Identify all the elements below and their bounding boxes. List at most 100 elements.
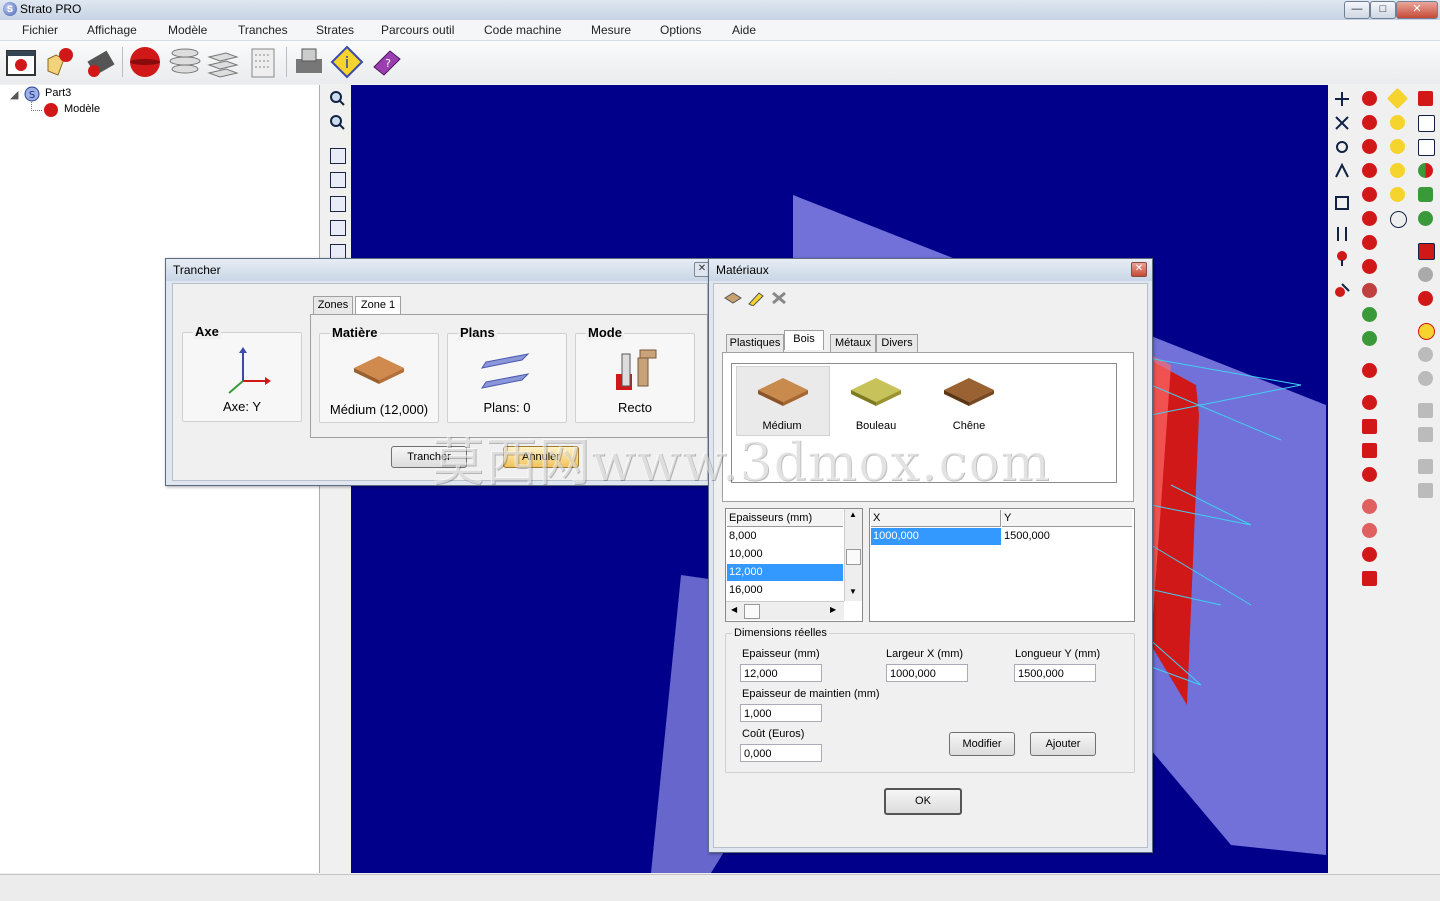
tab-metaux[interactable]: Métaux: [830, 334, 876, 352]
yellow-tool-icon[interactable]: [1390, 187, 1405, 202]
red-shape-icon[interactable]: [1362, 115, 1377, 130]
menu-mesure[interactable]: Mesure: [591, 23, 631, 37]
tab-plastiques[interactable]: Plastiques: [726, 334, 784, 352]
menu-code-machine[interactable]: Code machine: [484, 23, 561, 37]
box-outline-icon[interactable]: [1418, 139, 1435, 156]
red-cube-icon[interactable]: [1418, 91, 1433, 106]
red-cube-icon[interactable]: [1362, 419, 1377, 434]
align-icon[interactable]: [1334, 226, 1350, 242]
green-shape-icon[interactable]: [1362, 307, 1377, 322]
scroll-thumb[interactable]: [744, 604, 760, 619]
red-shape-icon[interactable]: [1362, 139, 1377, 154]
scroll-left-icon[interactable]: ◀: [731, 605, 737, 614]
gray-sphere-icon[interactable]: [1418, 347, 1433, 362]
ajouter-button[interactable]: Ajouter: [1030, 732, 1096, 756]
green-plate-icon[interactable]: [1418, 187, 1433, 202]
chene-wood-icon[interactable]: [942, 372, 996, 408]
red-cube-icon[interactable]: [1362, 571, 1377, 586]
view-right-icon[interactable]: [330, 220, 346, 236]
plans-group[interactable]: Plans Plans: 0: [447, 325, 567, 423]
scroll-down-icon[interactable]: ▼: [849, 587, 857, 596]
green-cylinder-icon[interactable]: [1418, 211, 1433, 226]
epaisseurs-header[interactable]: Epaisseurs (mm): [727, 510, 843, 527]
red-shape-icon[interactable]: [1362, 547, 1377, 562]
red-cube-icon[interactable]: [1362, 443, 1377, 458]
minimize-button[interactable]: —: [1344, 1, 1370, 19]
measure-icon[interactable]: [1334, 282, 1350, 298]
largeur-input[interactable]: 1000,000: [886, 664, 968, 682]
scroll-thumb[interactable]: [846, 549, 861, 565]
rotate-icon[interactable]: [1334, 139, 1350, 155]
zoom-fit-icon[interactable]: [329, 114, 345, 130]
matiere-group[interactable]: Matière Médium (12,000): [319, 325, 439, 423]
tab-divers[interactable]: Divers: [876, 334, 918, 352]
outline-tool-icon[interactable]: [1390, 211, 1407, 228]
gray-shape-icon[interactable]: [1418, 459, 1433, 474]
y-column-header[interactable]: Y: [1002, 510, 1132, 527]
new-material-icon[interactable]: [724, 290, 742, 306]
cout-input[interactable]: 0,000: [740, 744, 822, 762]
red-shape-icon[interactable]: [1362, 235, 1377, 250]
horizontal-scrollbar[interactable]: ◀ ▶: [726, 601, 844, 620]
epaisseur-row-selected[interactable]: 12,000: [727, 564, 843, 581]
model-sphere-icon[interactable]: [128, 45, 162, 79]
red-shape-icon[interactable]: [1362, 163, 1377, 178]
slices-icon[interactable]: [168, 45, 202, 79]
yellow-tool-icon[interactable]: [1390, 115, 1405, 130]
red-shape-icon[interactable]: [1362, 523, 1377, 538]
yellow-tool-icon[interactable]: [1390, 139, 1405, 154]
scroll-right-icon[interactable]: ▶: [830, 605, 836, 614]
refresh-icon[interactable]: [1334, 195, 1350, 211]
medium-wood-icon[interactable]: [756, 372, 810, 408]
axe-group[interactable]: Axe Axe: Y: [182, 324, 302, 422]
toolpath-icon[interactable]: [246, 45, 280, 79]
maintien-input[interactable]: 1,000: [740, 704, 822, 722]
view-back-icon[interactable]: [330, 172, 346, 188]
gray-flag-icon[interactable]: [1418, 483, 1433, 498]
delete-material-icon[interactable]: [770, 290, 788, 306]
red-shape-icon[interactable]: [1362, 395, 1377, 410]
edit-material-icon[interactable]: [747, 290, 765, 306]
gray-sphere-icon[interactable]: [1418, 371, 1433, 386]
x-value-cell[interactable]: 1000,000: [871, 528, 1001, 545]
maximize-button[interactable]: □: [1370, 1, 1396, 19]
menu-fichier[interactable]: Fichier: [22, 23, 58, 37]
color-sphere-icon[interactable]: [1418, 163, 1433, 178]
x-column-header[interactable]: X: [871, 510, 1001, 527]
materiaux-close-button[interactable]: ✕: [1131, 262, 1147, 277]
tab-zones[interactable]: Zones: [313, 296, 353, 314]
tree-expand-icon[interactable]: ◢: [10, 88, 18, 101]
red-cube-icon[interactable]: [1418, 243, 1435, 260]
red-shape-icon[interactable]: [1362, 499, 1377, 514]
strata-icon[interactable]: [206, 45, 240, 79]
red-shape-icon[interactable]: [1362, 283, 1377, 298]
epaisseur-input[interactable]: 12,000: [740, 664, 822, 682]
view-left-icon[interactable]: [330, 196, 346, 212]
box-outline-icon[interactable]: [1418, 115, 1435, 132]
green-shape-icon[interactable]: [1362, 331, 1377, 346]
menu-aide[interactable]: Aide: [732, 23, 756, 37]
red-shape-icon[interactable]: [1418, 291, 1433, 306]
machine-icon[interactable]: [292, 45, 326, 79]
tab-zone-1[interactable]: Zone 1: [355, 296, 401, 316]
gray-shape-icon[interactable]: [1418, 267, 1433, 282]
gray-shape-icon[interactable]: [1418, 427, 1433, 442]
ok-button[interactable]: OK: [884, 788, 962, 815]
red-shape-icon[interactable]: [1362, 259, 1377, 274]
open-model-icon[interactable]: [44, 45, 78, 79]
epaisseur-row[interactable]: 8,000: [727, 528, 843, 545]
menu-options[interactable]: Options: [660, 23, 701, 37]
save-model-icon[interactable]: [84, 45, 118, 79]
red-shape-icon[interactable]: [1362, 363, 1377, 378]
info-diamond-icon[interactable]: [1386, 87, 1409, 110]
vertical-scrollbar[interactable]: ▲ ▼: [844, 509, 862, 601]
scroll-up-icon[interactable]: ▲: [849, 510, 857, 519]
yellow-sphere-icon[interactable]: [1418, 323, 1435, 340]
epaisseur-row[interactable]: 16,000: [727, 582, 843, 599]
menu-modele[interactable]: Modèle: [168, 23, 207, 37]
red-shape-icon[interactable]: [1362, 187, 1377, 202]
menu-parcours-outil[interactable]: Parcours outil: [381, 23, 454, 37]
help-book-icon[interactable]: ?: [370, 45, 404, 79]
close-button[interactable]: ✕: [1396, 1, 1438, 19]
zoom-icon[interactable]: [329, 90, 345, 106]
